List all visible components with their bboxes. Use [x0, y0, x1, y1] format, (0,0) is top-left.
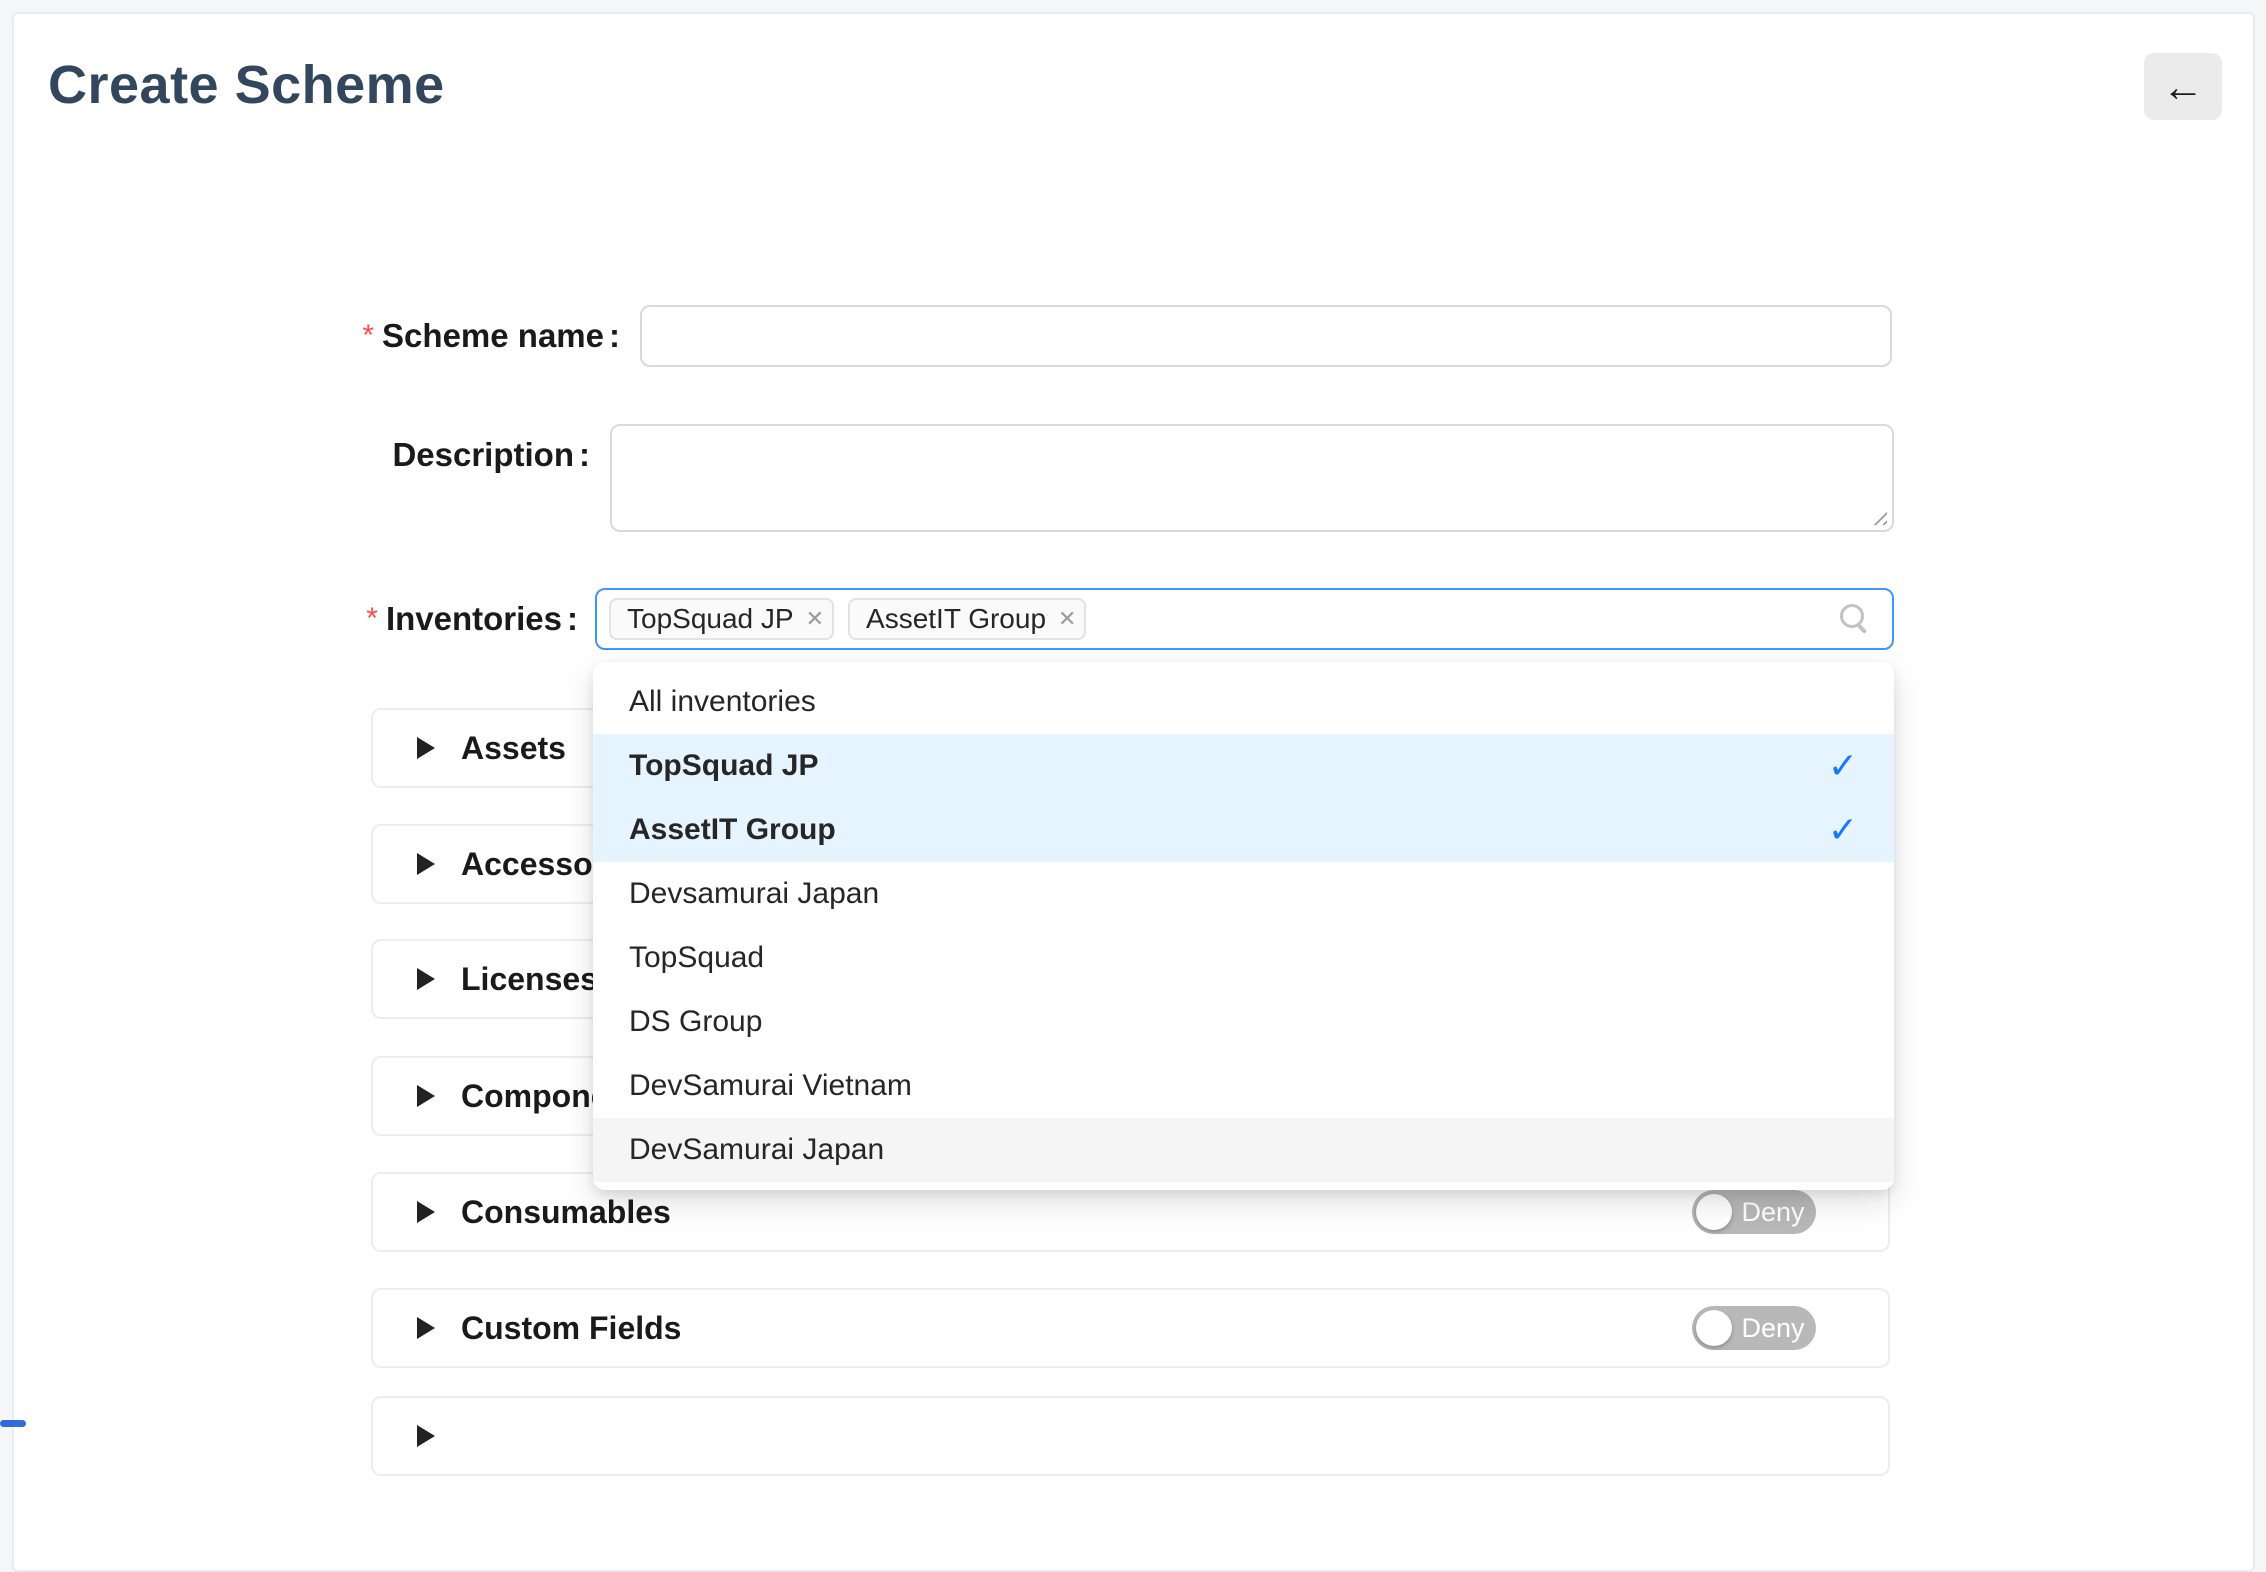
toggle-label: Deny	[1738, 1306, 1808, 1350]
caret-right-icon	[417, 1425, 435, 1447]
label-colon: :	[567, 600, 578, 638]
inventories-multiselect[interactable]: TopSquad JP ✕ AssetIT Group ✕	[595, 588, 1894, 650]
dropdown-option[interactable]: AssetIT Group ✓	[593, 798, 1894, 862]
required-asterisk: *	[362, 319, 374, 353]
scheme-name-label: * Scheme name :	[0, 305, 620, 367]
search-icon	[1840, 604, 1870, 634]
tag-label: AssetIT Group	[866, 603, 1046, 635]
option-label: DevSamurai Japan	[629, 1133, 884, 1167]
panel-title: Custom Fields	[461, 1310, 681, 1347]
check-icon: ✓	[1828, 745, 1858, 787]
caret-right-icon	[417, 853, 435, 875]
option-label: DevSamurai Vietnam	[629, 1069, 912, 1103]
panel-title: Assets	[461, 730, 566, 767]
toggle-knob	[1696, 1310, 1732, 1346]
scheme-name-input[interactable]	[640, 305, 1892, 367]
description-field-wrap	[610, 424, 1894, 532]
panel-title: Licenses	[461, 961, 598, 998]
deny-toggle[interactable]: Deny	[1692, 1190, 1816, 1234]
panel-partial[interactable]	[371, 1396, 1890, 1476]
option-label: AssetIT Group	[629, 813, 836, 847]
tag-remove-icon[interactable]: ✕	[1058, 606, 1076, 632]
option-label: All inventories	[629, 685, 816, 719]
description-label-text: Description	[392, 436, 574, 474]
back-arrow-icon: ←	[2162, 63, 2204, 111]
option-label: TopSquad JP	[629, 749, 818, 783]
tag-label: TopSquad JP	[627, 603, 794, 635]
inventories-dropdown: All inventories TopSquad JP ✓ AssetIT Gr…	[593, 662, 1894, 1190]
dropdown-option[interactable]: TopSquad JP ✓	[593, 734, 1894, 798]
deny-toggle[interactable]: Deny	[1692, 1306, 1816, 1350]
selected-tag[interactable]: TopSquad JP ✕	[609, 598, 834, 640]
inventories-label: * Inventories :	[0, 588, 578, 650]
selected-tag[interactable]: AssetIT Group ✕	[848, 598, 1086, 640]
caret-right-icon	[417, 737, 435, 759]
bottom-left-blue-bar	[0, 1420, 26, 1427]
description-textarea[interactable]	[610, 424, 1894, 532]
caret-right-icon	[417, 1201, 435, 1223]
caret-right-icon	[417, 1085, 435, 1107]
check-icon: ✓	[1828, 809, 1858, 851]
panel-custom-fields[interactable]: Custom Fields Deny	[371, 1288, 1890, 1368]
dropdown-option[interactable]: DS Group	[593, 990, 1894, 1054]
label-colon: :	[609, 317, 620, 355]
toggle-knob	[1696, 1194, 1732, 1230]
option-label: TopSquad	[629, 941, 764, 975]
caret-right-icon	[417, 968, 435, 990]
dropdown-option[interactable]: DevSamurai Vietnam	[593, 1054, 1894, 1118]
dropdown-option[interactable]: All inventories	[593, 670, 1894, 734]
option-label: DS Group	[629, 1005, 762, 1039]
back-button[interactable]: ←	[2144, 53, 2222, 120]
toggle-label: Deny	[1738, 1190, 1808, 1234]
scheme-name-label-text: Scheme name	[382, 317, 604, 355]
page-title: Create Scheme	[48, 54, 445, 116]
dropdown-option[interactable]: TopSquad	[593, 926, 1894, 990]
tag-remove-icon[interactable]: ✕	[806, 606, 824, 632]
caret-right-icon	[417, 1317, 435, 1339]
panel-title: Consumables	[461, 1194, 671, 1231]
inventories-label-text: Inventories	[386, 600, 562, 638]
required-asterisk: *	[366, 602, 378, 636]
description-label: Description :	[0, 424, 590, 486]
dropdown-option[interactable]: DevSamurai Japan	[593, 1118, 1894, 1182]
option-label: Devsamurai Japan	[629, 877, 879, 911]
dropdown-option[interactable]: Devsamurai Japan	[593, 862, 1894, 926]
label-colon: :	[579, 436, 590, 474]
